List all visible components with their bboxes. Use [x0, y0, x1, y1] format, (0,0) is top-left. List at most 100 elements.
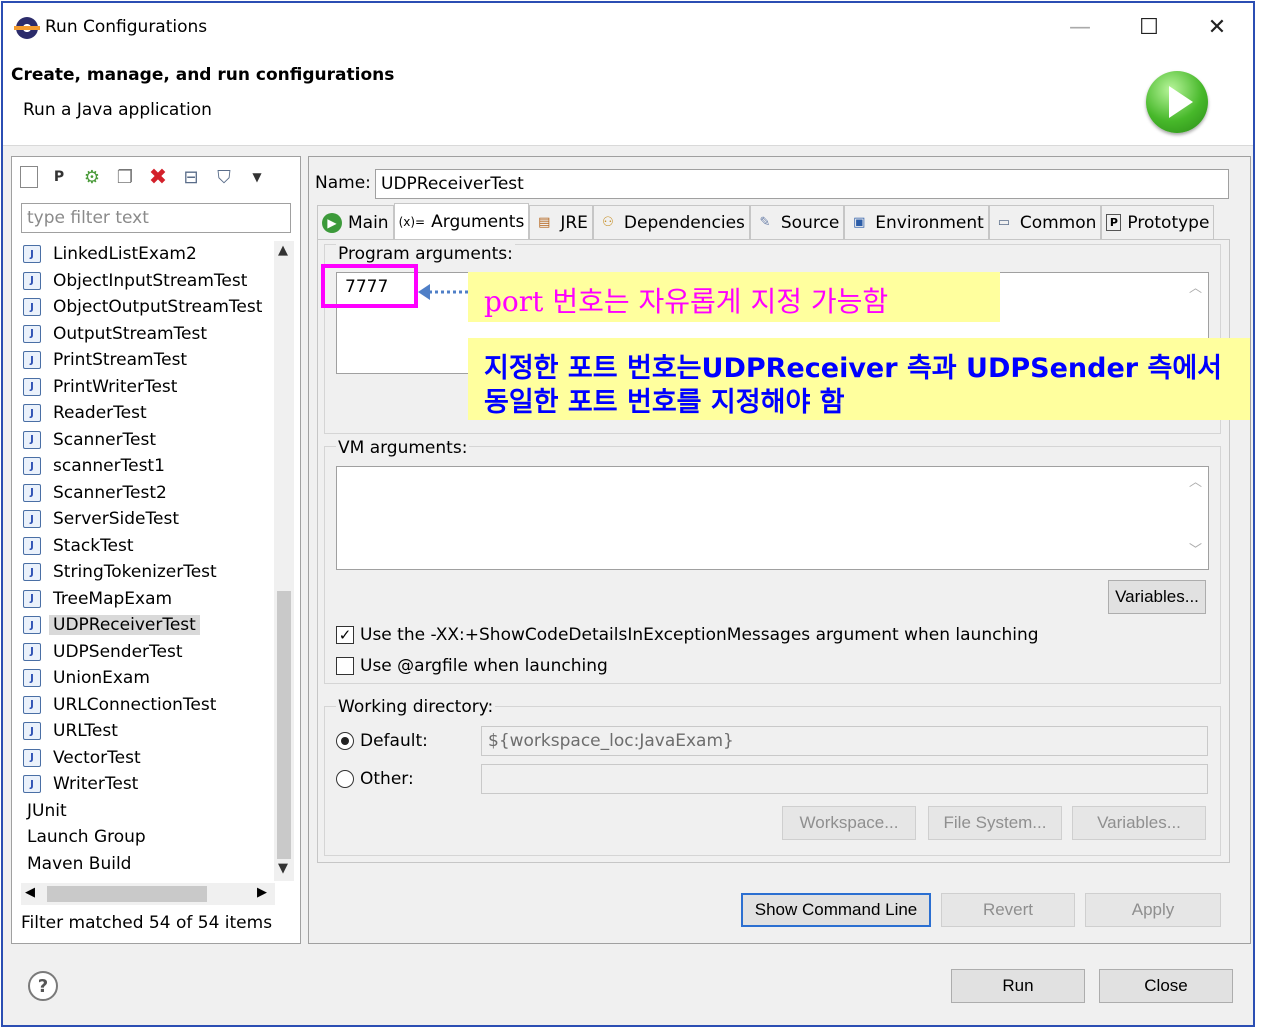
java-application-icon: J [23, 483, 41, 502]
tree-category[interactable]: Maven Build [21, 851, 271, 878]
window-title: Run Configurations [45, 17, 208, 37]
prototype-tab-icon: P [1106, 214, 1122, 231]
tree-item[interactable]: J TreeMapExam [21, 586, 271, 613]
tree-item[interactable]: J ScannerTest2 [21, 480, 271, 507]
tree-item[interactable]: J StringTokenizerTest [21, 559, 271, 586]
tab-environment[interactable]: ▣ Environment [844, 205, 989, 239]
scroll-down-icon[interactable]: ▼ [278, 861, 288, 876]
tab-main[interactable]: ▶ Main [317, 205, 394, 239]
tree-item-label: UnionExam [53, 668, 150, 689]
port-highlight-box [321, 264, 418, 308]
duplicate-icon[interactable]: ❐ [113, 165, 137, 189]
tab-common[interactable]: ▭ Common [988, 205, 1102, 239]
tree-item[interactable]: J LinkedListExam2 [21, 241, 271, 268]
tree-item[interactable]: J VectorTest [21, 745, 271, 772]
annotation-note-2-line2: 동일한 포트 번호를 지정해야 함 [484, 387, 845, 418]
showcode-checkbox[interactable]: ✓ Use the -XX:+ShowCodeDetailsInExceptio… [336, 625, 1039, 645]
tree-item[interactable]: J StackTest [21, 533, 271, 560]
checkbox-checked-icon[interactable]: ✓ [336, 626, 354, 644]
default-radio[interactable]: Default: [336, 731, 428, 751]
run-button[interactable]: Run [951, 969, 1085, 1003]
variables-button[interactable]: Variables... [1108, 580, 1206, 614]
new-configuration-icon[interactable] [20, 166, 38, 188]
tree-item[interactable]: J ScannerTest [21, 427, 271, 454]
workspace-button[interactable]: Workspace... [782, 806, 916, 840]
eclipse-icon [14, 17, 40, 39]
horizontal-scrollbar[interactable]: ◀ ▶ [21, 883, 275, 905]
tree-item[interactable]: JscannerTest1 [21, 453, 271, 480]
tree-item[interactable]: J UDPSenderTest [21, 639, 271, 666]
main-tab-icon: ▶ [322, 212, 342, 233]
file-system-button[interactable]: File System... [928, 806, 1062, 840]
tree-item[interactable]: J URLConnectionTest [21, 692, 271, 719]
java-application-icon: J [23, 404, 41, 423]
revert-button[interactable]: Revert [941, 893, 1075, 927]
other-radio[interactable]: Other: [336, 769, 414, 789]
java-application-icon: J [23, 695, 41, 714]
filter-icon[interactable]: ⛉ [212, 165, 236, 189]
tree-category[interactable]: JUnit [21, 798, 271, 825]
annotation-note-1: port 번호는 자유롭게 지정 가능함 [468, 272, 1000, 322]
other-label: Other: [360, 769, 414, 789]
tab-jre[interactable]: ▤ JRE [529, 205, 593, 239]
tree-category[interactable]: Launch Group [21, 824, 271, 851]
horizontal-scrollbar-thumb[interactable] [47, 886, 207, 902]
vm-arguments-input[interactable]: ︿ ﹀ [336, 466, 1209, 570]
java-application-icon: J [23, 245, 41, 264]
tree-item[interactable]: J PrintStreamTest [21, 347, 271, 374]
export-icon[interactable]: ⚙ [80, 165, 104, 189]
tree-item[interactable]: J WriterTest [21, 771, 271, 798]
tree-item-label: PrintWriterTest [53, 376, 178, 397]
collapse-all-icon[interactable]: ⊟ [179, 165, 203, 189]
tree-item[interactable]: J UnionExam [21, 665, 271, 692]
apply-button[interactable]: Apply [1085, 893, 1221, 927]
scroll-up-icon[interactable]: ︿ [1189, 471, 1202, 490]
close-button[interactable]: Close [1099, 969, 1233, 1003]
tree-item[interactable]: J ObjectOutputStreamTest [21, 294, 271, 321]
tab-dependencies[interactable]: ⚇ Dependencies [592, 205, 750, 239]
close-window-button[interactable]: ✕ [1195, 9, 1239, 45]
radio-selected-icon[interactable] [336, 732, 354, 750]
show-command-line-button[interactable]: Show Command Line [741, 893, 931, 927]
run-configurations-dialog: Run Configurations — ☐ ✕ Create, manage,… [1, 1, 1255, 1027]
default-directory-field: ${workspace_loc:JavaExam} [481, 726, 1208, 756]
scrollbar-thumb[interactable] [277, 591, 291, 859]
new-prototype-icon[interactable]: P [47, 165, 71, 189]
scroll-right-icon[interactable]: ▶ [257, 885, 267, 900]
tab-prototype[interactable]: P Prototype [1101, 205, 1215, 239]
checkbox-unchecked-icon[interactable] [336, 657, 354, 675]
scroll-up-icon[interactable]: ︿ [1189, 277, 1202, 296]
name-input[interactable]: UDPReceiverTest [375, 169, 1229, 199]
tree-item-label: URLTest [53, 721, 118, 742]
java-application-icon: J [23, 536, 41, 555]
java-application-icon: J [23, 589, 41, 608]
scroll-up-icon[interactable]: ▲ [278, 243, 288, 258]
tab-source[interactable]: ✎ Source [749, 205, 845, 239]
header-subtitle: Run a Java application [23, 100, 212, 120]
argfile-label: Use @argfile when launching [360, 656, 608, 676]
radio-unselected-icon[interactable] [336, 770, 354, 788]
tree-item[interactable]: J UDPReceiverTest [21, 612, 271, 639]
delete-icon[interactable]: ✖ [146, 165, 170, 190]
minimize-button[interactable]: — [1058, 9, 1102, 45]
tree-item[interactable]: J ReaderTest [21, 400, 271, 427]
scroll-left-icon[interactable]: ◀ [25, 885, 35, 900]
filter-input[interactable]: type filter text [21, 203, 291, 233]
tab-arguments[interactable]: (x)= Arguments [393, 203, 530, 239]
tree-item-label: ReaderTest [53, 403, 147, 424]
tree-item[interactable]: J OutputStreamTest [21, 321, 271, 348]
wd-variables-button[interactable]: Variables... [1072, 806, 1206, 840]
dropdown-icon[interactable]: ▼ [245, 165, 269, 189]
argfile-checkbox[interactable]: Use @argfile when launching [336, 656, 608, 676]
tree-item[interactable]: J ObjectInputStreamTest [21, 268, 271, 295]
tree-item[interactable]: J PrintWriterTest [21, 374, 271, 401]
tree-item[interactable]: J URLTest [21, 718, 271, 745]
help-icon[interactable]: ? [28, 971, 58, 1001]
maximize-button[interactable]: ☐ [1127, 9, 1171, 45]
source-tab-icon: ✎ [759, 215, 771, 230]
tree-item[interactable]: J ServerSideTest [21, 506, 271, 533]
vertical-scrollbar[interactable]: ▲ ▼ [274, 241, 294, 881]
tree-item-label: Maven Build [27, 853, 132, 874]
scroll-down-icon[interactable]: ﹀ [1189, 539, 1202, 558]
tree-item-label: JUnit [27, 800, 67, 821]
